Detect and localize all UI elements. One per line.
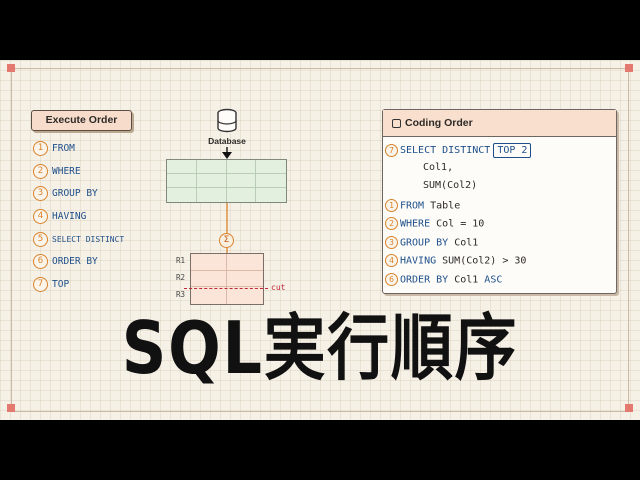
step-number: 7	[33, 277, 48, 292]
sql-keyword: WHERE	[400, 218, 431, 230]
code-text: Col1,	[423, 162, 454, 173]
execute-item-top: 7 TOP	[33, 274, 70, 292]
execute-item-where: 2 WHERE	[33, 161, 81, 179]
sigma-icon: Σ	[219, 233, 234, 248]
step-number: 1	[385, 199, 398, 212]
step-number: 3	[33, 186, 48, 201]
window-icon	[392, 119, 401, 128]
execute-item-from: 1 FROM	[33, 138, 75, 156]
code-text: Col1	[448, 237, 479, 249]
execute-item-group-by: 3 GROUP BY	[33, 183, 98, 201]
step-label: FROM	[52, 143, 75, 154]
execute-order-title: Execute Order	[31, 110, 132, 131]
step-number: 3	[385, 236, 398, 249]
letterbox-bottom	[0, 420, 640, 480]
step-number: 2	[33, 164, 48, 179]
top-keyword-box: TOP 2	[493, 143, 532, 158]
corner-marker	[625, 64, 633, 72]
row-label: R1	[176, 256, 186, 265]
database-icon	[217, 108, 237, 133]
code-line: 2 WHERE Col = 10	[385, 217, 484, 233]
letterbox-top	[0, 0, 640, 60]
execute-item-having: 4 HAVING	[33, 206, 87, 224]
step-number: 5	[33, 232, 48, 247]
step-number: 6	[33, 254, 48, 269]
sql-keyword: GROUP BY	[400, 237, 449, 249]
step-number: 4	[33, 209, 48, 224]
step-label: TOP	[52, 279, 70, 290]
code-text: Col1	[448, 274, 485, 286]
step-label: WHERE	[52, 166, 81, 177]
code-line: SUM(Col2)	[423, 180, 477, 196]
corner-marker	[7, 64, 15, 72]
code-text: SUM(Col2)	[423, 180, 478, 191]
sql-keyword: ORDER BY	[400, 274, 449, 286]
row-label: R2	[176, 273, 186, 282]
step-number: 4	[385, 254, 398, 267]
code-line: 4 HAVING SUM(Col2) > 30	[385, 254, 526, 270]
code-text: Table	[424, 200, 461, 212]
step-label: HAVING	[52, 211, 87, 222]
step-label: SELECT DISTINCT	[52, 235, 125, 244]
execute-item-order-by: 6 ORDER BY	[33, 251, 98, 269]
coding-order-header: Coding Order	[383, 110, 616, 137]
code-line: 3 GROUP BY Col1	[385, 236, 478, 252]
coding-order-title: Coding Order	[405, 117, 473, 129]
code-line: 7 SELECT DISTINCT TOP 2	[385, 143, 532, 159]
database-label: Database	[208, 136, 246, 146]
thumbnail-canvas: Execute Order 1 FROM 2 WHERE 3 GROUP BY 4 HA…	[0, 60, 640, 420]
step-label: GROUP BY	[52, 188, 98, 199]
code-text: SUM(Col2) > 30	[436, 255, 527, 267]
cut-label: cut	[271, 283, 286, 292]
step-number: 1	[33, 141, 48, 156]
big-title: SQL実行順序	[121, 306, 519, 390]
sql-keyword: SELECT DISTINCT	[400, 145, 491, 156]
sql-keyword: ASC	[484, 274, 503, 286]
corner-marker	[7, 404, 15, 412]
step-label: ORDER BY	[52, 256, 98, 267]
code-text: Col = 10	[430, 218, 485, 230]
code-line: Col1,	[423, 162, 453, 178]
coding-order-panel: Coding Order 7 SELECT DISTINCT TOP 2 Col1,…	[382, 109, 617, 294]
cut-line	[184, 288, 268, 289]
row-label: R3	[176, 290, 186, 299]
step-number: 6	[385, 273, 398, 286]
execute-item-select-distinct: 5 SELECT DISTINCT	[33, 229, 125, 247]
step-number: 2	[385, 217, 398, 230]
source-table	[166, 159, 287, 203]
sql-keyword: FROM	[400, 200, 425, 212]
result-table	[190, 253, 264, 305]
sql-keyword: HAVING	[400, 255, 437, 267]
step-number: 7	[385, 143, 398, 157]
corner-marker	[625, 404, 633, 412]
code-line: 1 FROM Table	[385, 199, 460, 215]
code-line: 6 ORDER BY Col1 ASC	[385, 273, 502, 289]
